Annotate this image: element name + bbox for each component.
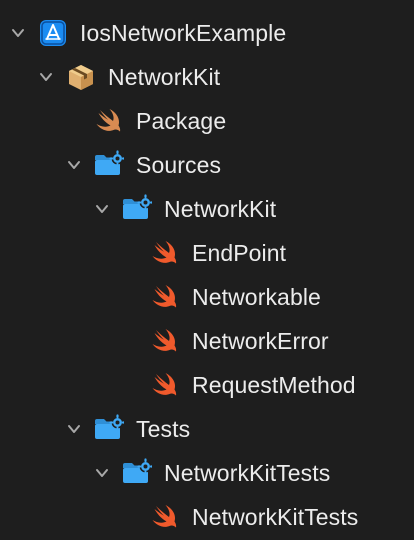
tree-row-file[interactable]: RequestMethod	[0, 365, 414, 405]
package-icon	[69, 65, 93, 90]
chevron-down-icon[interactable]	[67, 158, 81, 172]
project-navigator: IosNetworkExample NetworkKit Package Sou…	[0, 0, 414, 540]
tree-item-label: NetworkKitTests	[164, 460, 331, 486]
tree-item-label: NetworkKit	[108, 64, 221, 90]
tree-row-file[interactable]: EndPoint	[0, 233, 414, 273]
tree-row-project[interactable]: IosNetworkExample	[0, 13, 414, 53]
swift-file-icon	[152, 373, 177, 396]
xcode-project-icon	[40, 20, 66, 46]
tree-item-label: Package	[136, 108, 227, 134]
tree-item-label: Networkable	[192, 284, 321, 310]
swift-file-icon	[96, 109, 121, 132]
tree-item-label: Tests	[136, 416, 191, 442]
tree-row-file[interactable]: NetworkError	[0, 321, 414, 361]
tree-row-folder[interactable]: NetworkKit	[0, 189, 414, 229]
chevron-down-icon[interactable]	[95, 466, 109, 480]
swift-file-icon	[152, 285, 177, 308]
tree-item-label: Sources	[136, 152, 222, 178]
tree-item-label: NetworkError	[192, 328, 329, 354]
folder-icon	[123, 194, 152, 219]
folder-icon	[95, 414, 124, 439]
tree-item-label: RequestMethod	[192, 372, 356, 398]
folder-icon	[123, 458, 152, 483]
tree-item-label: NetworkKit	[164, 196, 277, 222]
swift-file-icon	[152, 241, 177, 264]
chevron-down-icon[interactable]	[39, 70, 53, 84]
tree-row-file[interactable]: NetworkKitTests	[0, 497, 414, 537]
chevron-down-icon[interactable]	[95, 202, 109, 216]
chevron-down-icon[interactable]	[67, 422, 81, 436]
tree-row-package[interactable]: NetworkKit	[0, 57, 414, 97]
tree-row-folder[interactable]: Tests	[0, 409, 414, 449]
tree-item-label: IosNetworkExample	[80, 20, 287, 46]
tree-row-file[interactable]: Package	[0, 101, 414, 141]
swift-file-icon	[152, 505, 177, 528]
tree-row-folder[interactable]: NetworkKitTests	[0, 453, 414, 493]
tree-item-label: NetworkKitTests	[192, 504, 359, 530]
tree-item-label: EndPoint	[192, 240, 287, 266]
tree-row-folder[interactable]: Sources	[0, 145, 414, 185]
chevron-down-icon[interactable]	[11, 26, 25, 40]
swift-file-icon	[152, 329, 177, 352]
folder-icon	[95, 150, 124, 175]
tree-row-file[interactable]: Networkable	[0, 277, 414, 317]
